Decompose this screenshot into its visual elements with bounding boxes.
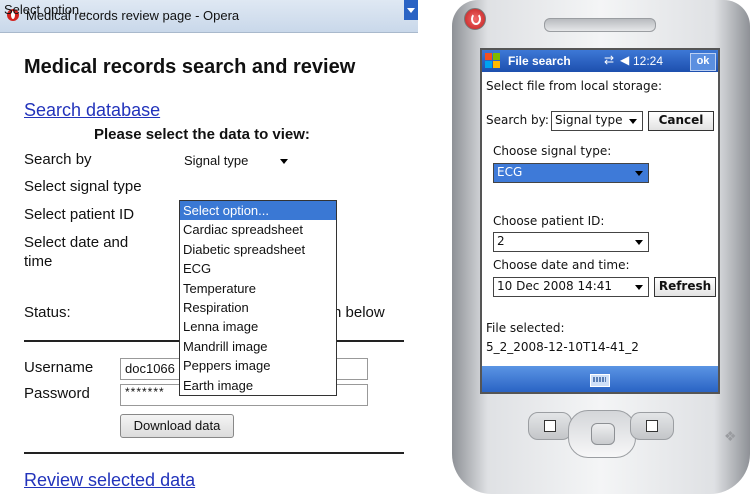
pocket-pc-device: File search ⇄ ◀ 12:24 ok Select file fro… xyxy=(452,0,750,494)
search-by-select[interactable]: Signal type xyxy=(180,151,294,171)
dropdown-option[interactable]: Temperature xyxy=(180,279,336,298)
signal-type-label: Select signal type xyxy=(24,178,142,195)
password-label: Password xyxy=(24,385,90,402)
right-hardware-key[interactable] xyxy=(630,412,674,440)
patient-id-label: Choose patient ID: xyxy=(493,214,605,228)
chevron-down-icon xyxy=(635,285,643,290)
dropdown-option[interactable]: Peppers image xyxy=(180,356,336,375)
select-file-prompt: Select file from local storage: xyxy=(486,79,663,93)
date-time-value: 10 Dec 2008 14:41 xyxy=(497,279,613,293)
dropdown-option[interactable]: ECG xyxy=(180,259,336,278)
chevron-down-icon xyxy=(280,159,288,164)
search-by-select[interactable]: Signal type xyxy=(551,111,643,131)
opera-browser-window: Medical records review page - Opera Medi… xyxy=(0,0,418,494)
dropdown-option[interactable]: Respiration xyxy=(180,298,336,317)
search-by-label: Search by: xyxy=(486,113,549,127)
keyboard-icon[interactable] xyxy=(590,374,610,387)
file-selected-label: File selected: xyxy=(486,321,565,335)
signal-type-select[interactable]: ECG xyxy=(493,163,649,183)
ok-button[interactable]: ok xyxy=(690,53,716,71)
review-selected-data-link[interactable]: Review selected data xyxy=(24,470,195,491)
dropdown-arrow-icon[interactable] xyxy=(404,0,418,20)
clock[interactable]: 12:24 xyxy=(633,54,663,68)
date-time-label: Choose date and time: xyxy=(493,258,630,272)
signal-type-value: Select option... xyxy=(4,2,90,17)
power-icon[interactable] xyxy=(464,8,486,30)
calendar-icon xyxy=(544,420,556,432)
date-time-label-line1: Select date and xyxy=(24,234,129,251)
contacts-icon xyxy=(646,420,658,432)
cancel-button[interactable]: Cancel xyxy=(648,111,714,131)
chevron-down-icon xyxy=(629,119,637,124)
username-value: doc1066 xyxy=(125,361,175,376)
status-text: n below xyxy=(333,304,385,321)
status-label: Status: xyxy=(24,304,71,321)
signal-type-dropdown-list: Select option... Cardiac spreadsheet Dia… xyxy=(179,200,337,396)
search-by-value: Signal type xyxy=(555,113,623,127)
file-selected-value: 5_2_2008-12-10T14-41_2 xyxy=(486,340,639,354)
chevron-down-icon xyxy=(635,240,643,245)
windows-logo-icon: ❖ xyxy=(724,428,737,444)
select-data-heading: Please select the data to view: xyxy=(94,126,310,143)
dropdown-option[interactable]: Diabetic spreadsheet xyxy=(180,240,336,259)
volume-icon[interactable]: ◀ xyxy=(620,53,629,67)
app-title: File search xyxy=(508,54,571,68)
connectivity-icon[interactable]: ⇄ xyxy=(604,53,614,67)
soft-key-bar xyxy=(482,366,718,392)
search-by-label: Search by xyxy=(24,151,92,168)
windows-start-icon[interactable] xyxy=(485,53,501,69)
signal-type-value: ECG xyxy=(497,165,523,179)
patient-id-select[interactable]: 2 xyxy=(493,232,649,252)
mobile-taskbar: File search ⇄ ◀ 12:24 ok xyxy=(482,50,718,72)
device-screen: File search ⇄ ◀ 12:24 ok Select file fro… xyxy=(480,48,720,394)
dropdown-option[interactable]: Mandrill image xyxy=(180,337,336,356)
signal-type-label: Choose signal type: xyxy=(493,144,612,158)
divider xyxy=(24,452,404,454)
refresh-button[interactable]: Refresh xyxy=(654,277,716,297)
dropdown-option[interactable]: Earth image xyxy=(180,376,336,395)
username-label: Username xyxy=(24,359,94,376)
action-button[interactable] xyxy=(591,423,615,445)
download-data-button[interactable]: Download data xyxy=(120,414,234,438)
date-time-label-line2: time xyxy=(24,253,53,270)
dropdown-option[interactable]: Lenna image xyxy=(180,317,336,336)
device-speaker xyxy=(544,18,656,32)
navigation-pad[interactable] xyxy=(568,410,636,458)
patient-id-value: 2 xyxy=(497,234,505,248)
patient-id-label: Select patient ID xyxy=(24,206,135,223)
search-by-value: Signal type xyxy=(184,153,249,168)
chevron-down-icon xyxy=(635,171,643,176)
dropdown-option[interactable]: Cardiac spreadsheet xyxy=(180,220,336,239)
date-time-select[interactable]: 10 Dec 2008 14:41 xyxy=(493,277,649,297)
page-title: Medical records search and review xyxy=(24,56,356,78)
search-database-link[interactable]: Search database xyxy=(24,100,160,121)
left-hardware-key[interactable] xyxy=(528,412,572,440)
password-value: ******* xyxy=(125,385,165,399)
dropdown-option[interactable]: Select option... xyxy=(180,201,336,221)
